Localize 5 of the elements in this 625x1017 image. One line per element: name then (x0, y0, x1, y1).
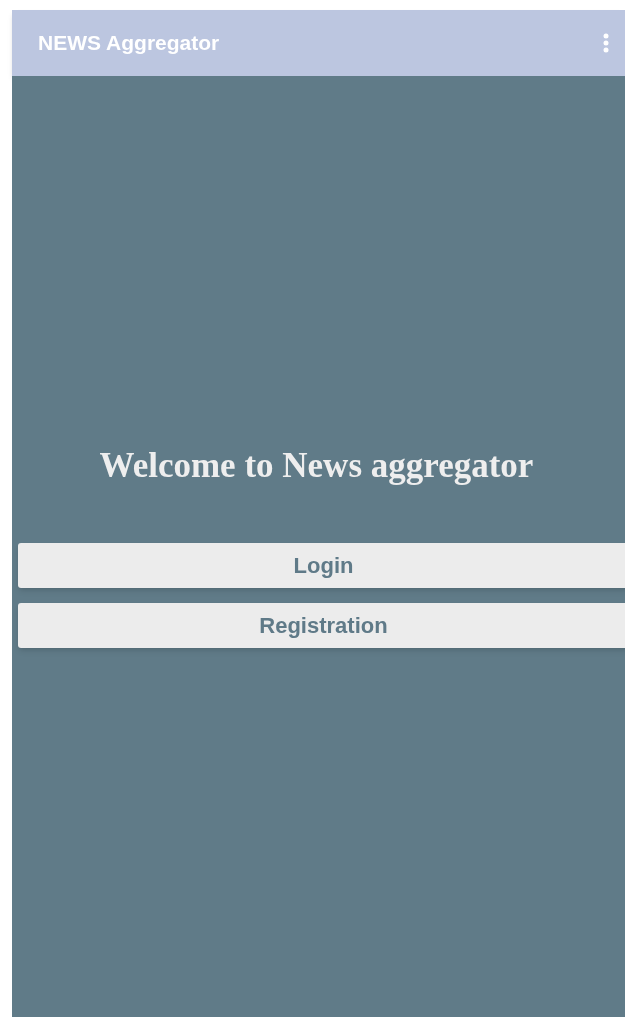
app-title: NEWS Aggregator (38, 30, 220, 57)
more-options-icon[interactable] (603, 33, 609, 53)
action-button[interactable]: Login (18, 543, 625, 588)
action-button[interactable]: Registration (18, 603, 625, 648)
welcome-heading: Welcome to News aggregator (99, 445, 534, 487)
